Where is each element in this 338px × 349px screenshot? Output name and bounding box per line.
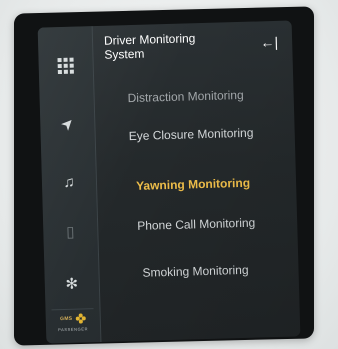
- side-navigation-rail: ➤ ♫ ▯ ✻ GMS PASSENGER: [37, 26, 102, 344]
- fan-icon[interactable]: ✻: [44, 268, 99, 299]
- menu-item-distraction[interactable]: Distraction Monitoring: [127, 87, 277, 105]
- infotainment-screen: ➤ ♫ ▯ ✻ GMS PASSENGER Driver Monitoring …: [37, 20, 301, 344]
- apps-grid-icon[interactable]: [38, 50, 93, 81]
- back-arrow-icon[interactable]: ←|: [260, 34, 278, 50]
- navigation-icon[interactable]: ➤: [40, 108, 95, 139]
- logo-text: GMS: [60, 315, 73, 323]
- page-title: Driver Monitoring System: [103, 31, 196, 62]
- photo-frame: ➤ ♫ ▯ ✻ GMS PASSENGER Driver Monitoring …: [0, 0, 338, 349]
- phone-icon[interactable]: ▯: [43, 216, 98, 247]
- menu-item-smoking[interactable]: Smoking Monitoring: [142, 262, 292, 280]
- music-icon[interactable]: ♫: [42, 166, 97, 197]
- menu-item-yawning[interactable]: Yawning Monitoring: [136, 175, 286, 193]
- monitoring-menu: Distraction Monitoring Eye Closure Monit…: [127, 87, 287, 280]
- logo-subtext: PASSENGER: [58, 326, 89, 333]
- page-header: Driver Monitoring System ←|: [104, 29, 285, 74]
- brand-logo: GMS PASSENGER: [51, 308, 95, 343]
- menu-item-phone-call[interactable]: Phone Call Monitoring: [137, 215, 287, 233]
- logo-flower-icon: [75, 313, 86, 324]
- menu-item-eye-closure[interactable]: Eye Closure Monitoring: [129, 125, 279, 143]
